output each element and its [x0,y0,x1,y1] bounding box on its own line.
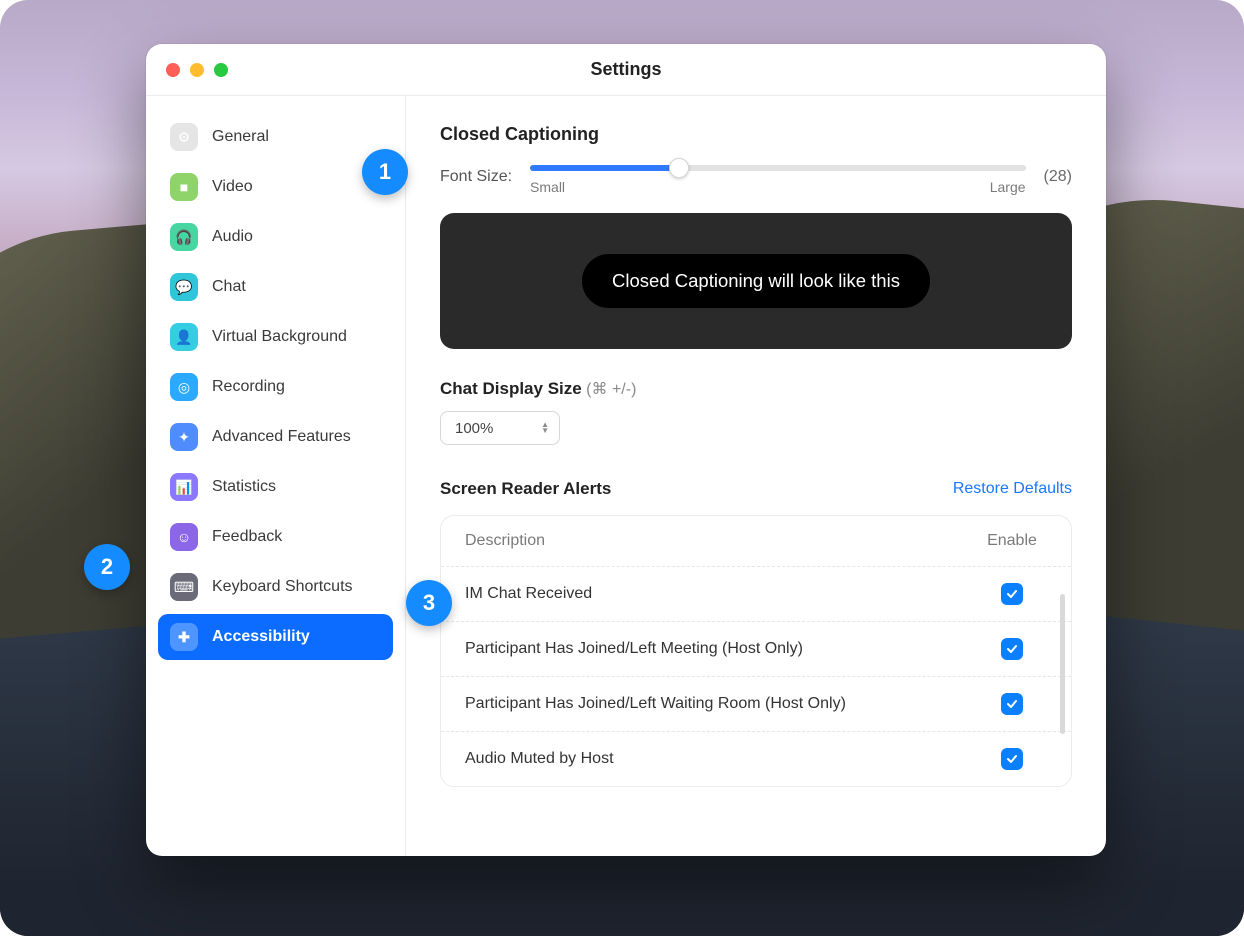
sidebar-item-label: Keyboard Shortcuts [212,578,353,596]
restore-defaults-link[interactable]: Restore Defaults [953,480,1072,498]
stepper-icon: ▲▼ [541,422,549,434]
alert-description: Audio Muted by Host [465,750,614,768]
sidebar-item-chat[interactable]: 💬 Chat [158,264,393,310]
advanced-icon: ✦ [170,423,198,451]
font-size-slider[interactable]: Small Large [530,159,1026,195]
audio-icon: 🎧 [170,223,198,251]
content-pane: Closed Captioning Font Size: Small Large [406,96,1106,856]
virtual-bg-icon: 👤 [170,323,198,351]
chat-display-size-value: 100% [455,420,493,437]
statistics-icon: 📊 [170,473,198,501]
sidebar: ⚙ General ■ Video 🎧 Audio 💬 Chat 👤 Virtual Backgr… [146,96,406,856]
alert-description: Participant Has Joined/Left Waiting Room… [465,695,846,713]
screen-reader-heading: Screen Reader Alerts [440,479,611,499]
sidebar-item-virtual-background[interactable]: 👤 Virtual Background [158,314,393,360]
sidebar-item-label: Feedback [212,528,282,546]
font-size-row: Font Size: Small Large (28) [440,159,1072,195]
alert-enable-checkbox[interactable] [1001,693,1023,715]
table-row: Participant Has Joined/Left Waiting Room… [441,676,1071,731]
sidebar-item-label: Chat [212,278,246,296]
sidebar-item-label: Audio [212,228,253,246]
font-size-label: Font Size: [440,168,512,186]
caption-preview-text: Closed Captioning will look like this [582,254,930,308]
chat-display-heading: Chat Display Size [440,379,582,398]
sidebar-item-label: Advanced Features [212,428,351,446]
col-enable: Enable [977,532,1047,550]
window-title: Settings [590,59,661,80]
close-icon[interactable] [166,63,180,77]
annotation-badge-2: 2 [84,544,130,590]
alert-enable-checkbox[interactable] [1001,583,1023,605]
caption-preview-box: Closed Captioning will look like this [440,213,1072,349]
table-scrollbar[interactable] [1060,594,1065,734]
chat-display-section: Chat Display Size (⌘ +/-) 100% ▲▼ [440,379,1072,445]
table-row: Audio Muted by Host [441,731,1071,786]
sidebar-item-label: Accessibility [212,628,310,646]
sidebar-item-feedback[interactable]: ☺ Feedback [158,514,393,560]
keyboard-icon: ⌨ [170,573,198,601]
sidebar-item-audio[interactable]: 🎧 Audio [158,214,393,260]
maximize-icon[interactable] [214,63,228,77]
desktop-wallpaper: Settings ⚙ General ■ Video 🎧 Audio 💬 Chat 👤 Virtu… [0,0,1244,936]
recording-icon: ◎ [170,373,198,401]
traffic-lights [166,63,228,77]
minimize-icon[interactable] [190,63,204,77]
chat-display-hint: (⌘ +/-) [586,381,636,398]
table-header: Description Enable [441,516,1071,566]
sidebar-item-accessibility[interactable]: ✚ Accessibility [158,614,393,660]
sidebar-item-keyboard-shortcuts[interactable]: ⌨ Keyboard Shortcuts [158,564,393,610]
chat-icon: 💬 [170,273,198,301]
video-icon: ■ [170,173,198,201]
sidebar-item-label: Virtual Background [212,328,347,346]
slider-max-label: Large [990,179,1026,195]
table-row: Participant Has Joined/Left Meeting (Hos… [441,621,1071,676]
window-body: ⚙ General ■ Video 🎧 Audio 💬 Chat 👤 Virtual Backgr… [146,96,1106,856]
sidebar-item-advanced[interactable]: ✦ Advanced Features [158,414,393,460]
screen-reader-table: Description Enable IM Chat Received Parti… [440,515,1072,787]
chat-display-size-select[interactable]: 100% ▲▼ [440,411,560,445]
feedback-icon: ☺ [170,523,198,551]
alert-enable-checkbox[interactable] [1001,748,1023,770]
sidebar-item-recording[interactable]: ◎ Recording [158,364,393,410]
gear-icon: ⚙ [170,123,198,151]
sidebar-item-label: Video [212,178,253,196]
alert-enable-checkbox[interactable] [1001,638,1023,660]
slider-min-label: Small [530,179,565,195]
alert-description: IM Chat Received [465,585,592,603]
titlebar: Settings [146,44,1106,96]
font-size-value: (28) [1044,168,1072,186]
settings-window: Settings ⚙ General ■ Video 🎧 Audio 💬 Chat 👤 Virtu… [146,44,1106,856]
sidebar-item-label: General [212,128,269,146]
closed-captioning-heading: Closed Captioning [440,124,1072,145]
annotation-badge-1: 1 [362,149,408,195]
table-row: IM Chat Received [441,566,1071,621]
screen-reader-header: Screen Reader Alerts Restore Defaults [440,479,1072,499]
slider-thumb-icon[interactable] [669,158,689,178]
sidebar-item-label: Statistics [212,478,276,496]
sidebar-item-statistics[interactable]: 📊 Statistics [158,464,393,510]
sidebar-item-label: Recording [212,378,285,396]
annotation-badge-3: 3 [406,580,452,626]
accessibility-icon: ✚ [170,623,198,651]
col-description: Description [465,532,545,550]
sidebar-item-video[interactable]: ■ Video [158,164,393,210]
alert-description: Participant Has Joined/Left Meeting (Hos… [465,640,803,658]
sidebar-item-general[interactable]: ⚙ General [158,114,393,160]
